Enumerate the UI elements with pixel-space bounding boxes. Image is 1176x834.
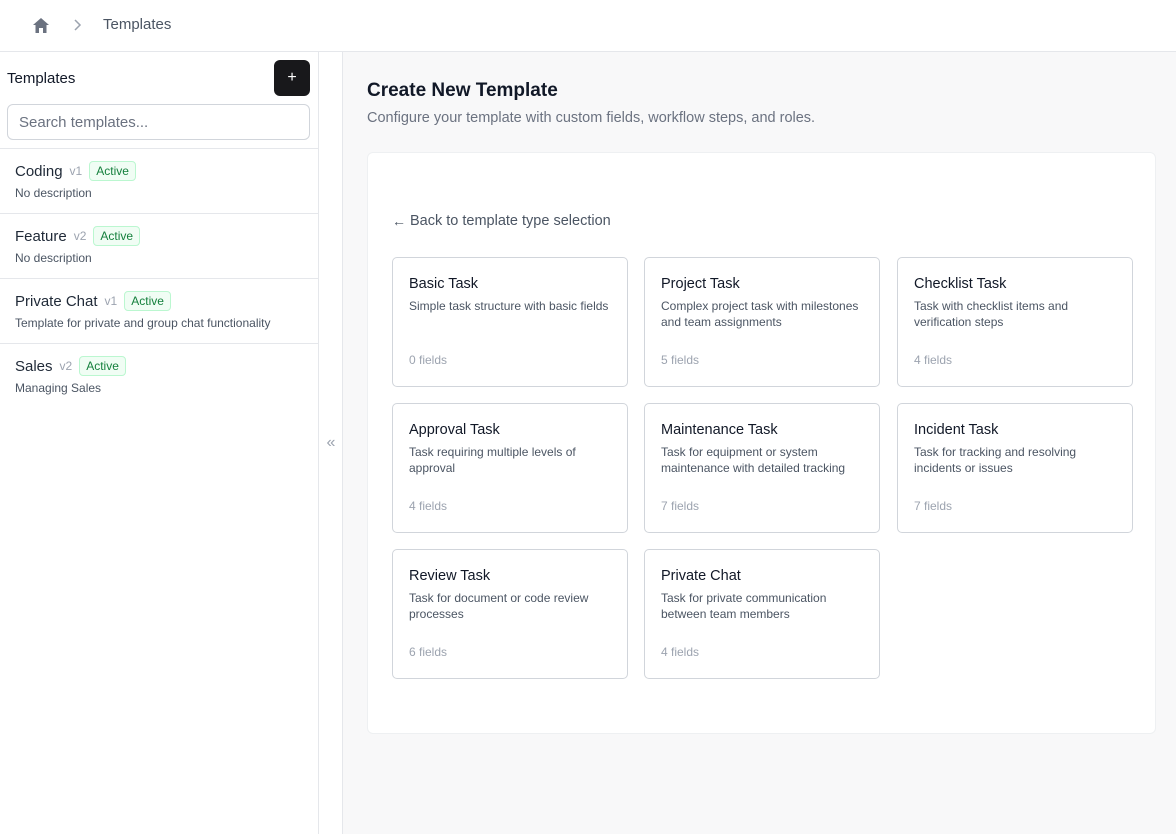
- home-icon[interactable]: [31, 15, 51, 35]
- template-description: Template for private and group chat func…: [15, 316, 271, 330]
- template-version: v1: [69, 164, 83, 178]
- template-item-sales[interactable]: Sales v2 Active Managing Sales: [0, 344, 318, 409]
- card-title: Basic Task: [409, 276, 479, 292]
- template-name: Sales: [15, 357, 53, 375]
- template-card-approval-task[interactable]: Approval Task Task requiring multiple le…: [392, 403, 628, 533]
- back-link-label: Back to template type selection: [410, 213, 611, 229]
- page-title: Create New Template: [367, 80, 558, 101]
- main-content: Create New Template Configure your templ…: [343, 52, 1176, 834]
- card-title: Project Task: [661, 276, 740, 292]
- card-title: Review Task: [409, 568, 491, 584]
- back-to-type-selection-link[interactable]: ← Back to template type selection: [392, 213, 611, 229]
- add-template-button[interactable]: +: [274, 60, 310, 96]
- template-version: v2: [59, 359, 73, 373]
- template-description: No description: [15, 186, 92, 200]
- template-description: No description: [15, 251, 92, 265]
- template-name: Coding: [15, 162, 63, 180]
- search-input[interactable]: [7, 104, 310, 140]
- card-title: Checklist Task: [914, 276, 1007, 292]
- top-bar: Templates: [0, 0, 1176, 52]
- arrow-left-icon: ←: [392, 213, 406, 229]
- template-type-panel: ← Back to template type selection Basic …: [367, 152, 1156, 734]
- template-card-project-task[interactable]: Project Task Complex project task with m…: [644, 257, 880, 387]
- status-badge: Active: [79, 356, 126, 376]
- card-field-count: 4 fields: [661, 645, 700, 659]
- template-item-feature[interactable]: Feature v2 Active No description: [0, 214, 318, 279]
- page-subtitle: Configure your template with custom fiel…: [367, 110, 816, 126]
- card-description: Task requiring multiple levels of approv…: [409, 445, 576, 475]
- collapse-sidebar-icon[interactable]: «: [324, 434, 338, 451]
- template-card-incident-task[interactable]: Incident Task Task for tracking and reso…: [897, 403, 1133, 533]
- template-name: Feature: [15, 227, 67, 245]
- template-name: Private Chat: [15, 292, 98, 310]
- card-title: Incident Task: [914, 422, 999, 438]
- template-item-private-chat[interactable]: Private Chat v1 Active Template for priv…: [0, 279, 318, 344]
- breadcrumb-current: Templates: [103, 16, 172, 33]
- status-badge: Active: [93, 226, 141, 246]
- template-card-maintenance-task[interactable]: Maintenance Task Task for equipment or s…: [644, 403, 880, 533]
- card-field-count: 0 fields: [409, 353, 448, 367]
- templates-sidebar: Templates + Coding v1 Active No descript…: [0, 52, 319, 834]
- template-list: Coding v1 Active No description Feature …: [0, 149, 318, 409]
- template-card-review-task[interactable]: Review Task Task for document or code re…: [392, 549, 628, 679]
- template-item-coding[interactable]: Coding v1 Active No description: [0, 149, 318, 214]
- card-field-count: 5 fields: [661, 353, 700, 367]
- card-description: Complex project task with milestones and…: [661, 299, 859, 329]
- card-title: Approval Task: [409, 422, 500, 438]
- status-badge: Active: [89, 161, 136, 181]
- card-field-count: 7 fields: [914, 499, 953, 513]
- status-badge: Active: [124, 291, 171, 311]
- card-description: Task for equipment or system maintenance…: [661, 445, 846, 475]
- sidebar-collapse-rail: «: [319, 52, 343, 834]
- template-version: v2: [73, 229, 87, 243]
- card-description: Task with checklist items and verificati…: [914, 299, 1069, 329]
- template-card-basic-task[interactable]: Basic Task Simple task structure with ba…: [392, 257, 628, 387]
- card-field-count: 6 fields: [409, 645, 448, 659]
- template-card-private-chat[interactable]: Private Chat Task for private communicat…: [644, 549, 880, 679]
- card-description: Simple task structure with basic fields: [409, 299, 609, 313]
- template-version: v1: [104, 294, 118, 308]
- card-description: Task for tracking and resolving incident…: [914, 445, 1077, 475]
- card-description: Task for private communication between t…: [661, 591, 827, 621]
- chevron-right-icon: [71, 18, 83, 32]
- card-field-count: 4 fields: [914, 353, 953, 367]
- sidebar-title: Templates: [7, 70, 76, 87]
- card-field-count: 4 fields: [409, 499, 448, 513]
- card-title: Maintenance Task: [661, 422, 778, 438]
- card-description: Task for document or code review process…: [409, 591, 589, 621]
- card-field-count: 7 fields: [661, 499, 700, 513]
- template-description: Managing Sales: [15, 381, 102, 395]
- template-card-checklist-task[interactable]: Checklist Task Task with checklist items…: [897, 257, 1133, 387]
- card-title: Private Chat: [661, 568, 741, 584]
